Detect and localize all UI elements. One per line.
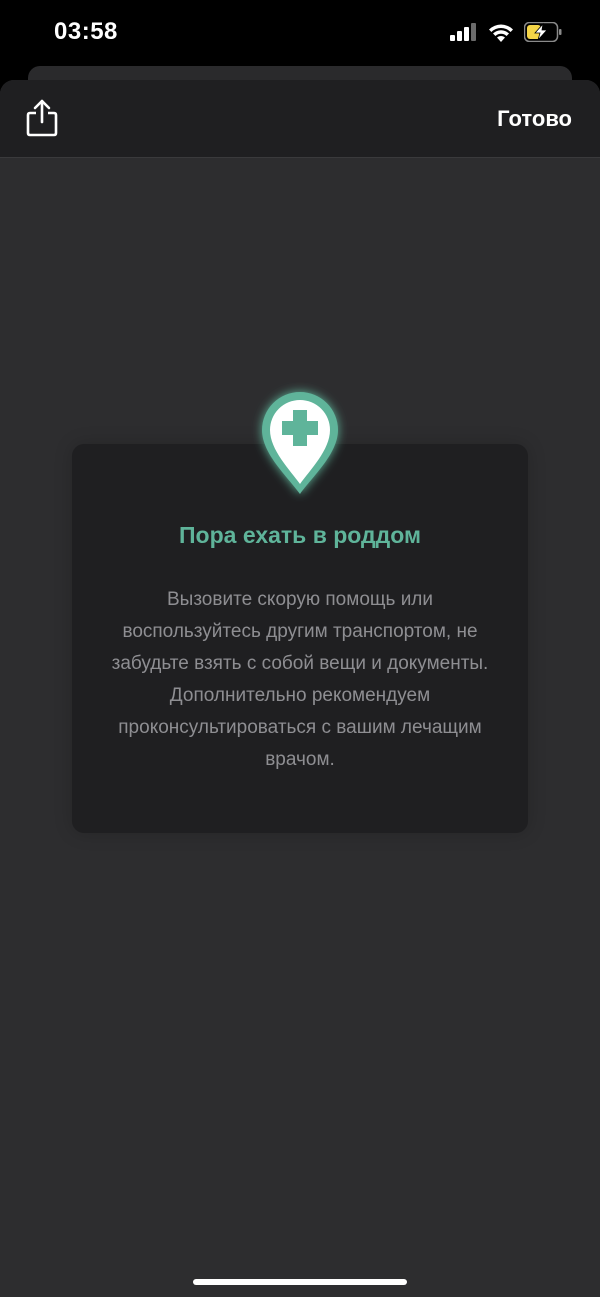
- home-indicator: [193, 1279, 407, 1285]
- card-title: Пора ехать в роддом: [179, 522, 421, 548]
- cellular-signal-icon: [450, 23, 476, 41]
- modal-sheet: Готово Пора ехать в роддом Вызовите скор…: [0, 80, 600, 1297]
- info-card: Пора ехать в роддом Вызовите скорую помо…: [72, 444, 528, 833]
- status-icons: [450, 22, 562, 42]
- card-text: Вызовите скорую помощь или воспользуйтес…: [111, 589, 489, 770]
- status-bar: 03:58: [0, 0, 600, 66]
- done-button[interactable]: Готово: [497, 106, 572, 132]
- hospital-location-pin-icon: [262, 392, 338, 494]
- toolbar: Готово: [0, 80, 600, 158]
- share-icon[interactable]: [24, 98, 60, 138]
- status-time: 03:58: [54, 18, 118, 45]
- screen: 03:58 Готово Пора ехать в роддом Вызовит…: [0, 0, 600, 1297]
- battery-charging-icon: [524, 22, 562, 42]
- wifi-icon: [489, 24, 513, 42]
